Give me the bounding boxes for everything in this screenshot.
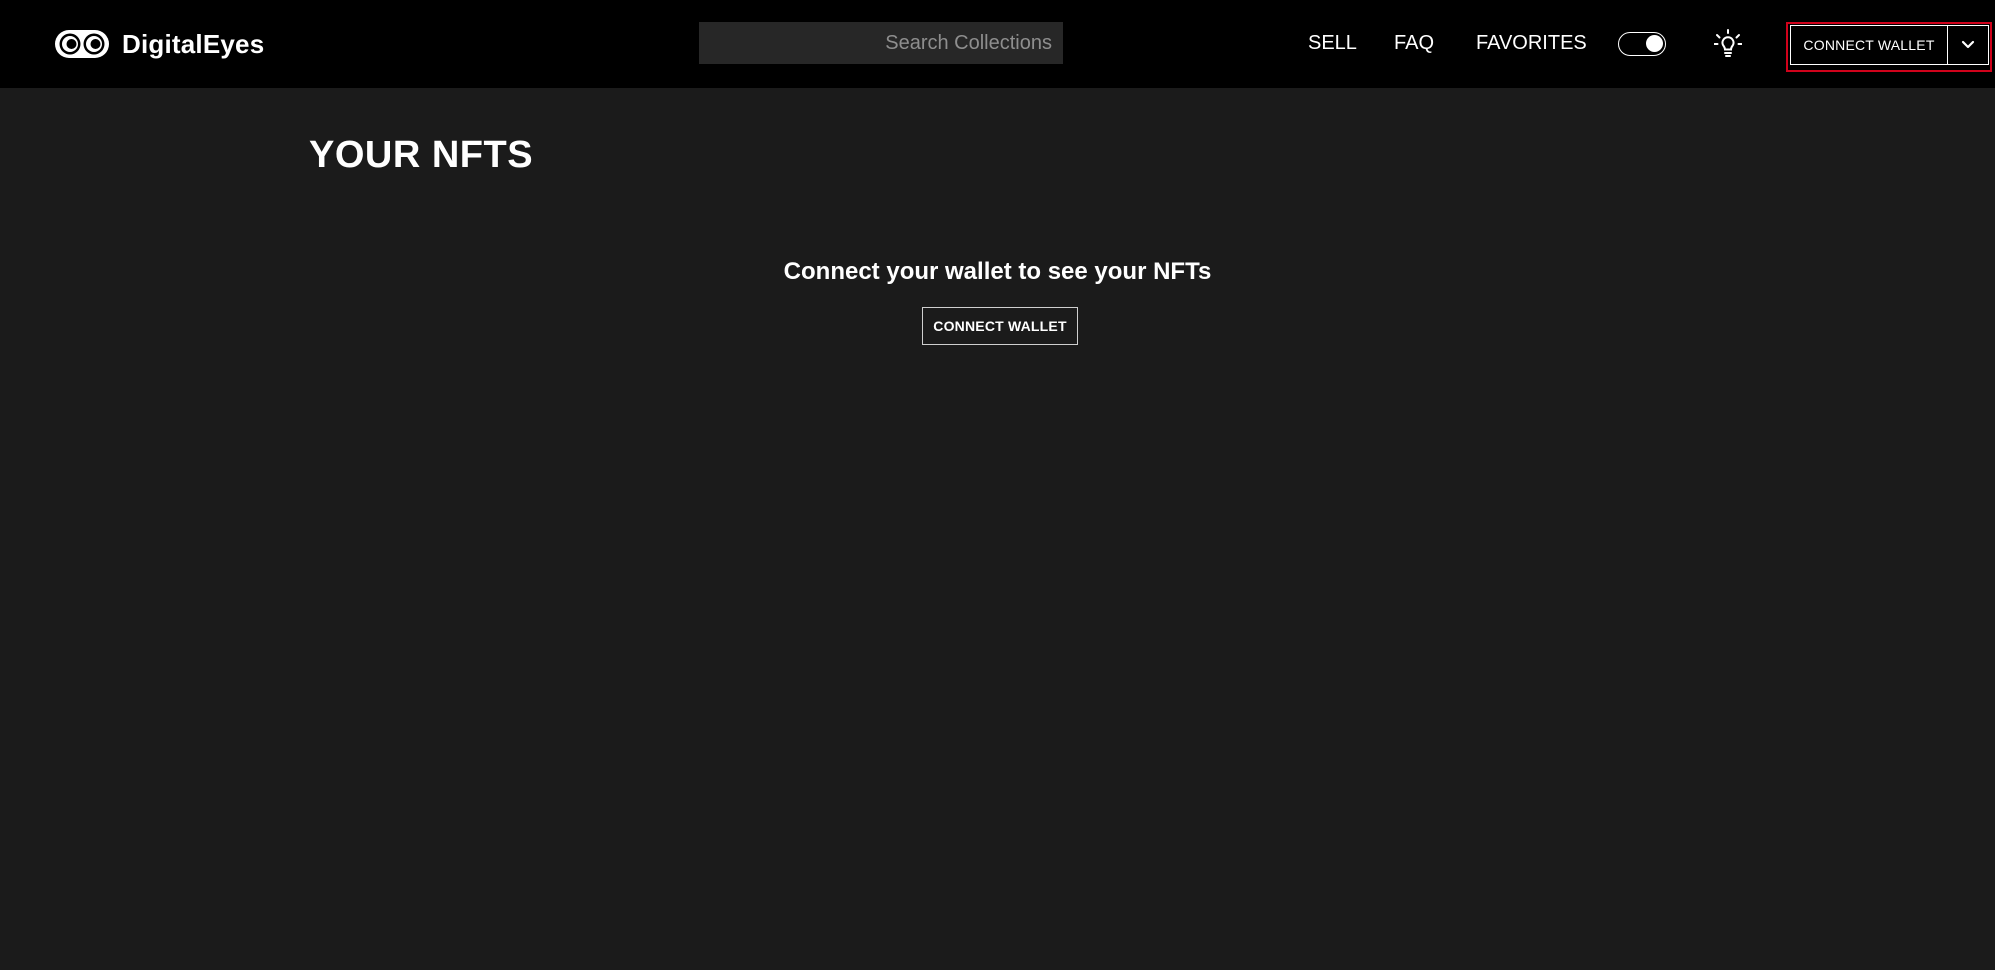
dark-mode-toggle[interactable] <box>1618 32 1666 56</box>
search-box <box>699 21 1063 65</box>
empty-state-message: Connect your wallet to see your NFTs <box>783 258 1212 285</box>
header-connect-wallet-button[interactable]: CONNECT WALLET <box>1790 25 1948 65</box>
wallet-button-group: CONNECT WALLET <box>1786 22 1992 72</box>
page-title: YOUR NFTS <box>309 134 534 176</box>
eyes-logo-icon <box>55 30 109 58</box>
lightbulb-icon[interactable] <box>1714 29 1742 59</box>
logo-text: DigitalEyes <box>122 28 265 59</box>
connect-wallet-button[interactable]: CONNECT WALLET <box>922 307 1078 345</box>
search-input[interactable] <box>708 21 1054 65</box>
nav-link-sell[interactable]: SELL <box>1308 28 1357 58</box>
nav-link-faq[interactable]: FAQ <box>1394 28 1434 58</box>
chevron-down-icon <box>1961 40 1975 49</box>
home-logo-link[interactable]: DigitalEyes <box>54 26 264 62</box>
wallet-dropdown-button[interactable] <box>1947 25 1989 65</box>
nav-link-favorites[interactable]: FAVORITES <box>1476 28 1587 58</box>
top-navbar: DigitalEyes SELL FAQ FAVORITES CONNECT W… <box>0 0 1995 88</box>
